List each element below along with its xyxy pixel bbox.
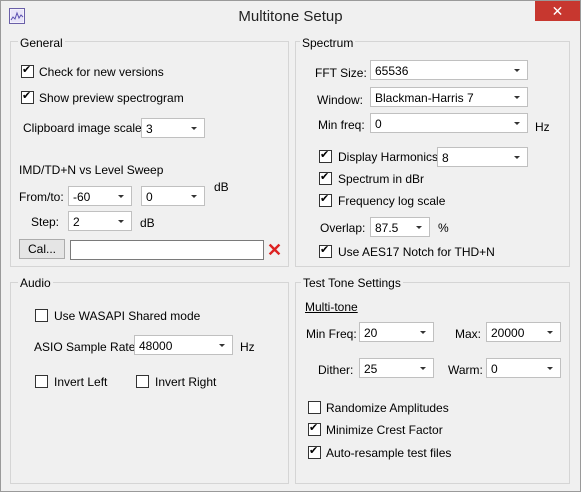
fft-size-label: FFT Size:	[315, 66, 367, 80]
step-unit: dB	[140, 216, 155, 230]
multitone-setup-window: Multitone Setup ✕ General Check for new …	[0, 0, 581, 492]
sweep-title: IMD/TD+N vs Level Sweep	[19, 163, 164, 177]
randomize-label: Randomize Amplitudes	[326, 401, 449, 415]
window-title: Multitone Setup	[238, 8, 343, 25]
freq-log-checkbox[interactable]	[319, 192, 332, 207]
chevron-down-icon	[510, 62, 524, 78]
audio-group-title: Audio	[18, 276, 53, 290]
chevron-down-icon	[114, 188, 128, 204]
tone-min-freq-label: Min Freq:	[306, 327, 357, 341]
clipboard-scale-dropdown[interactable]: 3	[141, 118, 205, 138]
invert-right-checkbox[interactable]	[136, 375, 149, 388]
freq-log-label: Frequency log scale	[338, 194, 446, 208]
clear-cal-icon[interactable]: ✕	[267, 241, 282, 259]
tone-max-dropdown[interactable]: 20000	[486, 322, 561, 342]
tone-min-freq-dropdown[interactable]: 20	[359, 322, 434, 342]
asio-rate-label: ASIO Sample Rate:	[34, 340, 139, 354]
clipboard-scale-label: Clipboard image scale:	[23, 121, 146, 135]
overlap-dropdown[interactable]: 87.5	[370, 217, 430, 237]
dither-value: 25	[364, 362, 378, 376]
invert-left-label: Invert Left	[54, 375, 108, 389]
step-label: Step:	[31, 215, 60, 229]
spectrum-group-title: Spectrum	[300, 36, 356, 50]
window-value: Blackman-Harris 7	[375, 91, 474, 105]
chevron-down-icon	[215, 337, 229, 353]
minimize-crest-checkbox[interactable]	[308, 421, 321, 436]
test-tone-group-title: Test Tone Settings	[301, 276, 403, 290]
tone-max-value: 20000	[491, 326, 525, 340]
wasapi-checkbox[interactable]	[35, 309, 48, 322]
window-label: Window:	[317, 93, 364, 107]
minimize-crest-label: Minimize Crest Factor	[326, 423, 443, 437]
wasapi-label: Use WASAPI Shared mode	[54, 309, 201, 323]
dither-dropdown[interactable]: 25	[359, 358, 434, 378]
harmonics-value: 8	[442, 151, 449, 165]
chevron-down-icon	[187, 188, 201, 204]
invert-right-label: Invert Right	[155, 375, 217, 389]
min-freq-dropdown[interactable]: 0	[370, 113, 528, 133]
general-group-title: General	[18, 36, 65, 50]
display-harmonics-checkbox[interactable]	[319, 148, 332, 163]
warm-value: 0	[491, 362, 498, 376]
from-to-label: From/to:	[19, 190, 64, 204]
from-to-unit: dB	[214, 180, 229, 194]
auto-resample-checkbox[interactable]	[308, 444, 321, 459]
tone-max-label: Max:	[455, 327, 482, 341]
chevron-down-icon	[412, 219, 426, 235]
sweep-to-dropdown[interactable]: 0	[141, 186, 205, 206]
invert-left-checkbox[interactable]	[35, 375, 48, 388]
check-new-versions-checkbox[interactable]	[21, 63, 34, 78]
chevron-down-icon	[510, 115, 524, 131]
spectrum-dbr-checkbox[interactable]	[319, 170, 332, 185]
spectrum-dbr-label: Spectrum in dBr	[338, 172, 425, 186]
step-dropdown[interactable]: 2	[68, 211, 132, 231]
asio-rate-dropdown[interactable]: 48000	[134, 335, 233, 355]
warm-dropdown[interactable]: 0	[486, 358, 561, 378]
asio-rate-value: 48000	[139, 339, 173, 353]
dither-label: Dither:	[318, 363, 354, 377]
overlap-value: 87.5	[375, 221, 399, 235]
min-freq-value: 0	[375, 117, 382, 131]
sweep-from-value: -60	[73, 190, 91, 204]
chevron-down-icon	[510, 149, 524, 165]
auto-resample-label: Auto-resample test files	[326, 446, 452, 460]
display-harmonics-label: Display Harmonics	[338, 150, 439, 164]
chevron-down-icon	[187, 120, 201, 136]
multi-tone-subtitle: Multi-tone	[305, 300, 358, 314]
asio-rate-unit: Hz	[240, 340, 255, 354]
tone-min-freq-value: 20	[364, 326, 378, 340]
warm-label: Warm:	[448, 363, 483, 377]
cal-file-input[interactable]	[70, 240, 264, 260]
overlap-label: Overlap:	[320, 221, 366, 235]
sweep-from-dropdown[interactable]: -60	[68, 186, 132, 206]
close-button[interactable]: ✕	[535, 1, 580, 21]
aes17-checkbox[interactable]	[319, 243, 332, 258]
harmonics-dropdown[interactable]: 8	[437, 147, 528, 167]
sweep-to-value: 0	[146, 190, 153, 204]
chevron-down-icon	[114, 213, 128, 229]
min-freq-label: Min freq:	[318, 118, 365, 132]
chevron-down-icon	[416, 360, 430, 376]
chevron-down-icon	[416, 324, 430, 340]
overlap-unit: %	[438, 221, 449, 235]
window-dropdown[interactable]: Blackman-Harris 7	[370, 87, 528, 107]
check-new-versions-label: Check for new versions	[39, 65, 164, 79]
chevron-down-icon	[510, 89, 524, 105]
chevron-down-icon	[543, 324, 557, 340]
show-preview-label: Show preview spectrogram	[39, 91, 184, 105]
step-value: 2	[73, 215, 80, 229]
cal-button[interactable]: Cal...	[19, 239, 65, 259]
fft-size-value: 65536	[375, 64, 409, 78]
min-freq-unit: Hz	[535, 120, 550, 134]
randomize-checkbox[interactable]	[308, 401, 321, 414]
title-bar: Multitone Setup ✕	[1, 1, 580, 31]
show-preview-checkbox[interactable]	[21, 89, 34, 104]
chevron-down-icon	[543, 360, 557, 376]
clipboard-scale-value: 3	[146, 122, 153, 136]
fft-size-dropdown[interactable]: 65536	[370, 60, 528, 80]
aes17-label: Use AES17 Notch for THD+N	[338, 245, 495, 259]
